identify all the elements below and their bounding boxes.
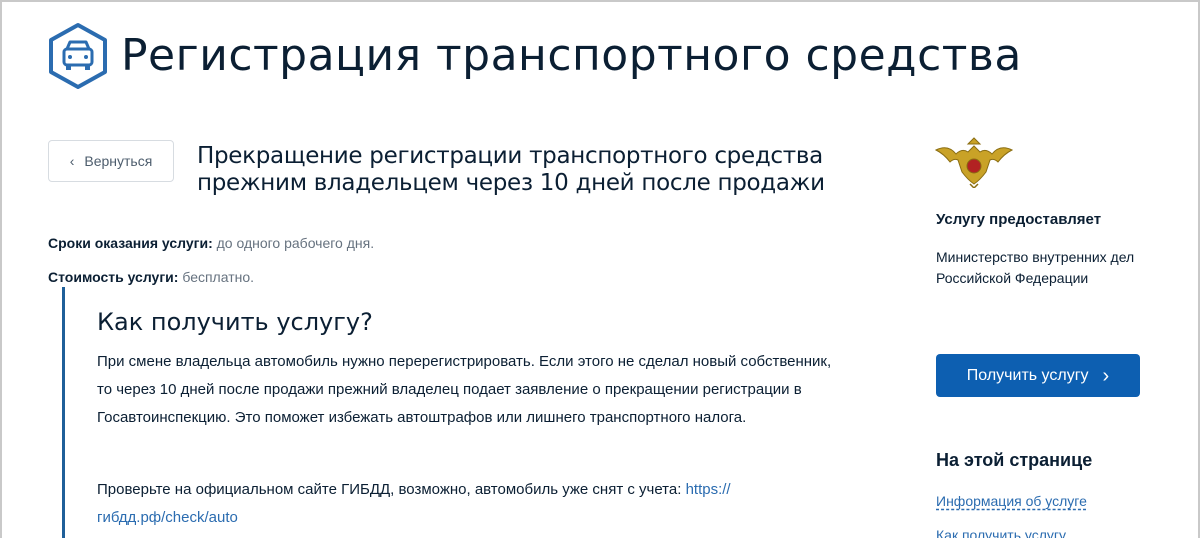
check-text: Проверьте на официальном сайте ГИБДД, во… [97, 481, 686, 498]
service-cost: Стоимость услуги: бесплатно. [48, 269, 254, 285]
provider-name: Министерство внутренних дел Российской Ф… [936, 249, 1135, 286]
cost-value: бесплатно. [182, 269, 255, 285]
provider-label: Услугу предоставляет [936, 211, 1102, 228]
back-button-label: Вернуться [84, 153, 153, 169]
toc-item-service-info[interactable]: Информация об услуге [936, 493, 1087, 509]
toc-title: На этой странице [936, 450, 1093, 470]
chevron-right-icon: › [1102, 364, 1110, 387]
terms-value: до одного рабочего дня. [216, 235, 375, 251]
service-title-line-1: Прекращение регистрации транспортного ср… [197, 143, 823, 169]
page-title: Регистрация транспортного средства [121, 30, 1022, 81]
how-to-get-paragraph: При смене владельца автомобиль нужно пер… [97, 353, 832, 426]
chevron-left-icon: ‹ [69, 153, 75, 169]
how-to-get-heading: Как получить услугу? [97, 308, 373, 336]
content-accent-bar [62, 287, 65, 538]
get-service-button-label: Получить услугу [966, 366, 1089, 384]
back-button[interactable]: ‹ Вернуться [48, 140, 174, 182]
service-title-line-2: прежним владельцем через 10 дней после п… [197, 170, 825, 196]
service-terms: Сроки оказания услуги: до одного рабочег… [48, 235, 374, 251]
service-title: Прекращение регистрации транспортного ср… [197, 143, 837, 197]
cost-label: Стоимость услуги: [48, 269, 179, 285]
toc-item-how-to-get[interactable]: Как получить услугу [936, 527, 1066, 538]
double-headed-eagle-emblem-icon [934, 137, 1014, 188]
check-paragraph: Проверьте на официальном сайте ГИБДД, во… [97, 476, 837, 532]
get-service-button[interactable]: Получить услугу › [936, 354, 1140, 397]
terms-label: Сроки оказания услуги: [48, 235, 213, 251]
car-hexagon-icon [49, 23, 107, 89]
